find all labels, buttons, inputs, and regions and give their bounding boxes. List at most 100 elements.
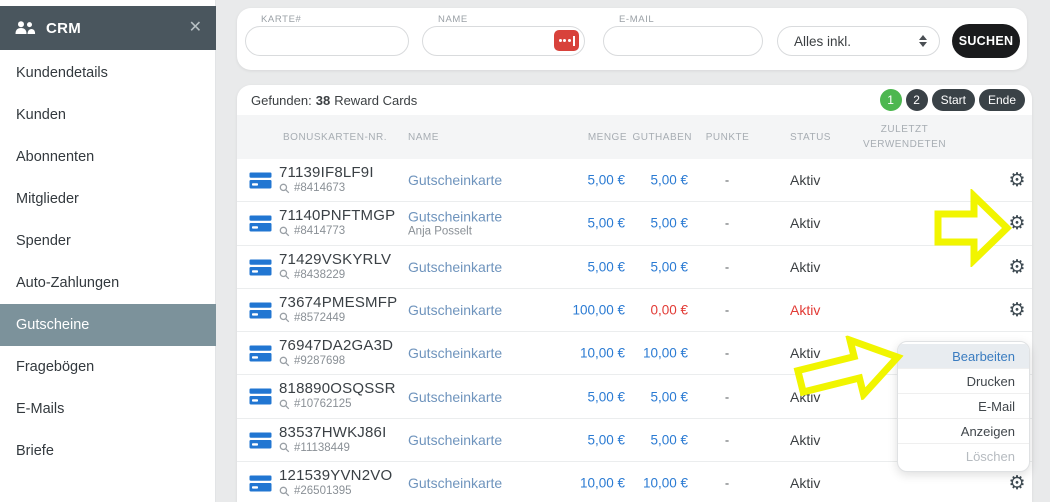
card-number: 71140PNFTMGP (279, 207, 396, 225)
card-ref-number: #10762125 (294, 398, 352, 411)
sidebar-item-e-mails[interactable]: E-Mails (0, 388, 216, 430)
punkte-value: - (724, 215, 730, 231)
menge-value: 10,00 € (579, 475, 625, 491)
sidebar-item-gutscheine[interactable]: Gutscheine (0, 304, 216, 346)
card-ref[interactable]: #8572449 (279, 312, 397, 324)
card-type-link[interactable]: Gutscheinkarte (408, 475, 502, 491)
results-summary-bar: Gefunden: 38 Reward Cards 1 2 Start Ende (237, 85, 1032, 115)
pager-2[interactable]: 2 (905, 89, 928, 111)
col-header-bonuskarten-nr: BONUSKARTEN-NR. (283, 131, 387, 143)
sidebar-item-kundendetails[interactable]: Kundendetails (0, 52, 216, 94)
card-type-link[interactable]: Gutscheinkarte (408, 345, 502, 361)
reward-card-icon (249, 345, 272, 362)
name-cell: Gutscheinkarte (408, 432, 502, 448)
card-ref[interactable]: #8414773 (279, 225, 395, 237)
name-cell: Gutscheinkarte (408, 475, 502, 491)
sidebar-item-label: Kunden (16, 107, 66, 123)
card-type-link[interactable]: Gutscheinkarte (408, 432, 502, 448)
found-suffix: Reward Cards (334, 92, 418, 108)
app-title: CRM (46, 19, 82, 37)
gear-icon[interactable]: ⚙ (1005, 169, 1029, 191)
sidebar-item-spender[interactable]: Spender (0, 220, 216, 262)
card-number: 73674PMESMFP (279, 293, 398, 311)
card-ref-number: #8438229 (294, 268, 346, 281)
menu-item-bearbeiten[interactable]: Bearbeiten (898, 344, 1029, 369)
suchen-button[interactable]: SUCHEN (952, 24, 1020, 58)
reward-card-icon (249, 172, 272, 189)
sidebar: CRM ✕ Kundendetails Kunden Abonnenten Mitgl… (0, 0, 216, 502)
pager-1[interactable]: 1 (879, 89, 902, 111)
menu-item-anzeigen[interactable]: Anzeigen (898, 419, 1029, 444)
pager-ende[interactable]: Ende (978, 89, 1025, 111)
card-number-cell: 71140PNFTMGP #8414773 (279, 207, 395, 237)
sidebar-header: CRM ✕ (0, 6, 216, 50)
sidebar-menu: Kundendetails Kunden Abonnenten Mitglieder S… (0, 52, 216, 472)
card-ref[interactable]: #26501395 (279, 485, 392, 497)
sidebar-item-label: Fragebögen (16, 359, 95, 375)
card-type-link[interactable]: Gutscheinkarte (408, 172, 502, 188)
sidebar-item-kunden[interactable]: Kunden (0, 94, 216, 136)
card-type-link[interactable]: Gutscheinkarte (408, 209, 502, 225)
sidebar-item-briefe[interactable]: Briefe (0, 430, 216, 472)
card-ref-number: #26501395 (294, 485, 352, 498)
menu-item-e-mail[interactable]: E-Mail (898, 394, 1029, 419)
close-icon[interactable]: ✕ (189, 20, 202, 36)
sidebar-item-label: Spender (16, 233, 71, 249)
col-header-status: STATUS (790, 131, 831, 143)
card-ref[interactable]: #10762125 (279, 398, 396, 410)
password-manager-icon[interactable] (554, 30, 579, 51)
magnifier-icon (279, 183, 290, 193)
magnifier-icon (279, 269, 290, 280)
email-field-label: E-MAIL (619, 14, 655, 25)
sidebar-item-abonnenten[interactable]: Abonnenten (0, 136, 216, 178)
menu-item-drucken[interactable]: Drucken (898, 369, 1029, 394)
pager-start[interactable]: Start (931, 89, 975, 111)
card-number: 71139IF8LF9I (279, 164, 374, 181)
reward-card-icon (249, 302, 272, 319)
found-count: 38 (315, 92, 331, 108)
sidebar-item-label: Abonnenten (16, 149, 95, 165)
punkte-value: - (724, 389, 730, 405)
magnifier-icon (279, 399, 290, 410)
reward-card-icon (249, 432, 272, 449)
search-field-karte: KARTE# (245, 14, 409, 56)
filter-dropdown[interactable]: Alles inkl. (777, 26, 940, 56)
card-ref-number: #11138449 (294, 441, 350, 454)
name-input[interactable] (422, 26, 585, 56)
card-ref[interactable]: #11138449 (279, 442, 386, 454)
karte-input[interactable] (245, 26, 409, 56)
sidebar-item-frageb-gen[interactable]: Fragebögen (0, 346, 216, 388)
punkte-value: - (724, 475, 730, 491)
card-number: 71429VSKYRLV (279, 250, 392, 268)
punkte-value: - (724, 432, 730, 448)
email-input[interactable] (603, 26, 763, 56)
card-number-cell: 71429VSKYRLV #8438229 (279, 251, 391, 281)
sidebar-item-auto-zahlungen[interactable]: Auto-Zahlungen (0, 262, 216, 304)
card-number-cell: 818890OSQSSR #10762125 (279, 380, 396, 410)
card-ref[interactable]: #8414673 (279, 182, 374, 194)
menge-value: 5,00 € (587, 172, 625, 188)
card-type-link[interactable]: Gutscheinkarte (408, 302, 502, 318)
menge-value: 5,00 € (587, 389, 625, 405)
menge-value: 10,00 € (579, 345, 625, 361)
card-type-link[interactable]: Gutscheinkarte (408, 389, 502, 405)
gear-icon[interactable]: ⚙ (1005, 472, 1029, 494)
search-field-name: NAME (422, 14, 585, 56)
card-type-link[interactable]: Gutscheinkarte (408, 259, 502, 275)
name-cell: Gutscheinkarte (408, 345, 502, 361)
sidebar-item-label: Auto-Zahlungen (16, 275, 120, 291)
name-cell: Gutscheinkarte (408, 302, 502, 318)
guthaben-value: 10,00 € (642, 345, 688, 361)
sidebar-item-label: Briefe (16, 443, 54, 459)
sidebar-item-label: Gutscheine (16, 317, 90, 333)
punkte-value: - (724, 345, 730, 361)
card-ref[interactable]: #9287698 (279, 355, 393, 367)
gear-icon[interactable]: ⚙ (1005, 299, 1029, 321)
magnifier-icon (279, 226, 290, 237)
card-number: 83537HWKJ86I (279, 423, 387, 441)
card-ref[interactable]: #8438229 (279, 269, 391, 281)
sidebar-item-mitglieder[interactable]: Mitglieder (0, 178, 216, 220)
card-ref-number: #8414673 (294, 182, 346, 194)
card-number-cell: 71139IF8LF9I #8414673 (279, 164, 374, 194)
status-value: Aktiv (790, 215, 821, 232)
